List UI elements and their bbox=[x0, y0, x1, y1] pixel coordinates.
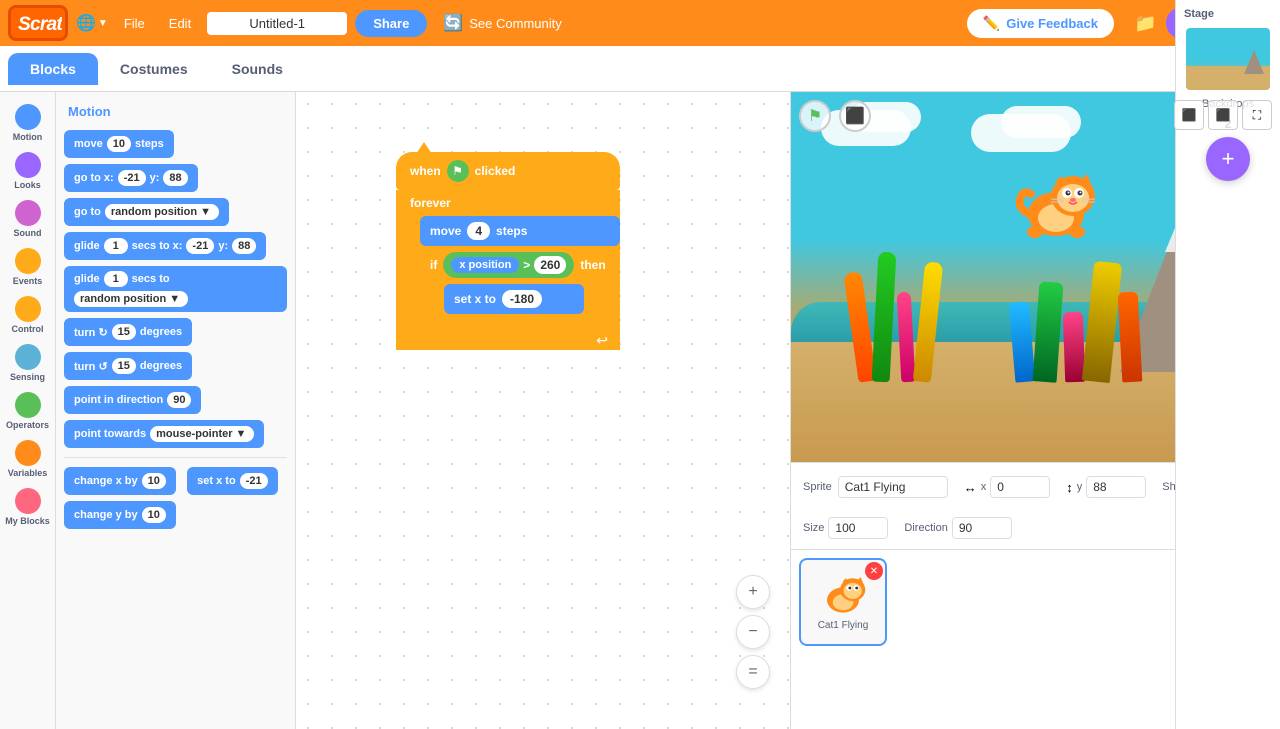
block-glide-random[interactable]: glide 1 secs to random position ▼ bbox=[64, 266, 287, 312]
script-area[interactable]: when ⚑ clicked forever bbox=[296, 92, 790, 729]
scratch-logo[interactable]: Scratch bbox=[8, 5, 68, 41]
category-sensing[interactable]: Sensing bbox=[0, 340, 55, 386]
block-goto-random[interactable]: go to random position ▼ bbox=[64, 198, 229, 226]
edit-menu[interactable]: Edit bbox=[161, 12, 199, 35]
tabs-bar: Blocks Costumes Sounds bbox=[0, 46, 1280, 92]
block-goto-xy[interactable]: go to x: -21 y: 88 bbox=[64, 164, 198, 192]
small-stage-button[interactable]: ⬛ bbox=[1174, 100, 1204, 130]
arrow-icon: ↔ bbox=[964, 480, 977, 495]
blocks-panel: Motion move 10 steps go to x: -21 y: 88 … bbox=[56, 92, 296, 729]
stage-panel: Stage Backdrops 2 + bbox=[1175, 550, 1280, 729]
cat-sprite bbox=[1011, 172, 1101, 245]
category-operators[interactable]: Operators bbox=[0, 388, 55, 434]
folder-button[interactable]: 📁 bbox=[1134, 13, 1156, 34]
direction-value-input[interactable] bbox=[952, 517, 1012, 539]
block-set-x[interactable]: set x to -21 bbox=[187, 467, 277, 495]
sprite-delete-button[interactable]: ✕ bbox=[865, 562, 883, 580]
sprite-name-input[interactable] bbox=[838, 476, 948, 498]
main-area: Motion Looks Sound Events Control Sensin… bbox=[0, 92, 1280, 729]
fullscreen-button[interactable]: ⛶ bbox=[1242, 100, 1272, 130]
cloud-4 bbox=[1001, 106, 1081, 138]
give-feedback-button[interactable]: ✏️ Give Feedback bbox=[967, 9, 1114, 38]
zoom-controls: + − = bbox=[736, 575, 770, 689]
sprite-thumbnail bbox=[815, 574, 871, 618]
code-block-set-x[interactable]: set x to -180 bbox=[444, 284, 584, 314]
sprite-and-stage: ✕ bbox=[791, 550, 1280, 729]
zoom-in-button[interactable]: + bbox=[736, 575, 770, 609]
zoom-reset-button[interactable]: = bbox=[736, 655, 770, 689]
block-turn-cw[interactable]: turn ↻ 15 degrees bbox=[64, 318, 192, 346]
size-value-input[interactable] bbox=[828, 517, 888, 539]
plants-right bbox=[1012, 262, 1140, 382]
flag-in-block: ⚑ bbox=[447, 160, 469, 182]
stage-controls: ⚑ ⬛ bbox=[799, 100, 871, 132]
category-events[interactable]: Events bbox=[0, 244, 55, 290]
stop-button[interactable]: ⬛ bbox=[839, 100, 871, 132]
updown-icon: ↕ bbox=[1066, 480, 1073, 495]
share-button[interactable]: Share bbox=[355, 10, 427, 37]
size-label: Size bbox=[803, 522, 824, 534]
language-selector[interactable]: 🌐 ▼ bbox=[76, 13, 108, 33]
tab-sounds[interactable]: Sounds bbox=[210, 53, 305, 85]
category-motion[interactable]: Motion bbox=[0, 100, 55, 146]
block-point-direction[interactable]: point in direction 90 bbox=[64, 386, 201, 414]
zoom-out-button[interactable]: − bbox=[736, 615, 770, 649]
y-value-input[interactable] bbox=[1086, 476, 1146, 498]
large-stage-button[interactable]: ⬛ bbox=[1208, 100, 1238, 130]
blocks-title: Motion bbox=[68, 104, 283, 119]
code-block-condition[interactable]: x position > 260 bbox=[443, 252, 574, 278]
tab-costumes[interactable]: Costumes bbox=[98, 53, 210, 85]
green-flag-button[interactable]: ⚑ bbox=[799, 100, 831, 132]
category-looks[interactable]: Looks bbox=[0, 148, 55, 194]
sprite-item-cat1flying[interactable]: ✕ bbox=[799, 558, 887, 646]
block-point-towards[interactable]: point towards mouse-pointer ▼ bbox=[64, 420, 264, 448]
category-sound[interactable]: Sound bbox=[0, 196, 55, 242]
tab-blocks[interactable]: Blocks bbox=[8, 53, 98, 85]
category-panel: Motion Looks Sound Events Control Sensin… bbox=[0, 92, 56, 729]
block-turn-ccw[interactable]: turn ↺ 15 degrees bbox=[64, 352, 192, 380]
project-name-input[interactable] bbox=[207, 12, 347, 35]
sprite-name-label: Cat1 Flying bbox=[818, 620, 869, 631]
file-menu[interactable]: File bbox=[116, 12, 153, 35]
surfboards bbox=[851, 252, 937, 382]
y-label: y bbox=[1077, 481, 1083, 493]
code-block-move[interactable]: move 4 steps bbox=[420, 216, 620, 246]
block-change-y[interactable]: change y by 10 bbox=[64, 501, 176, 529]
top-navigation: Scratch 🌐 ▼ File Edit Share 🔄 See Commun… bbox=[0, 0, 1280, 46]
category-myblocks[interactable]: My Blocks bbox=[0, 484, 55, 530]
blocks-divider bbox=[64, 457, 287, 458]
x-label: x bbox=[981, 481, 987, 493]
x-value-input[interactable] bbox=[990, 476, 1050, 498]
right-panel: ⚑ ⬛ ⬛ ⬛ ⛶ bbox=[790, 92, 1280, 729]
svg-text:Scratch: Scratch bbox=[18, 14, 62, 35]
code-blocks-container: when ⚑ clicked forever bbox=[396, 152, 620, 350]
category-control[interactable]: Control bbox=[0, 292, 55, 338]
direction-label: Direction bbox=[904, 522, 947, 534]
stage-view-controls: ⬛ ⬛ ⛶ bbox=[1174, 100, 1272, 130]
sprite-label: Sprite bbox=[803, 481, 832, 493]
category-variables[interactable]: Variables bbox=[0, 436, 55, 482]
see-community-button[interactable]: 🔄 See Community bbox=[435, 9, 569, 37]
block-move-steps[interactable]: move 10 steps bbox=[64, 130, 174, 158]
block-change-x[interactable]: change x by 10 bbox=[64, 467, 176, 495]
block-glide-xy[interactable]: glide 1 secs to x: -21 y: 88 bbox=[64, 232, 266, 260]
